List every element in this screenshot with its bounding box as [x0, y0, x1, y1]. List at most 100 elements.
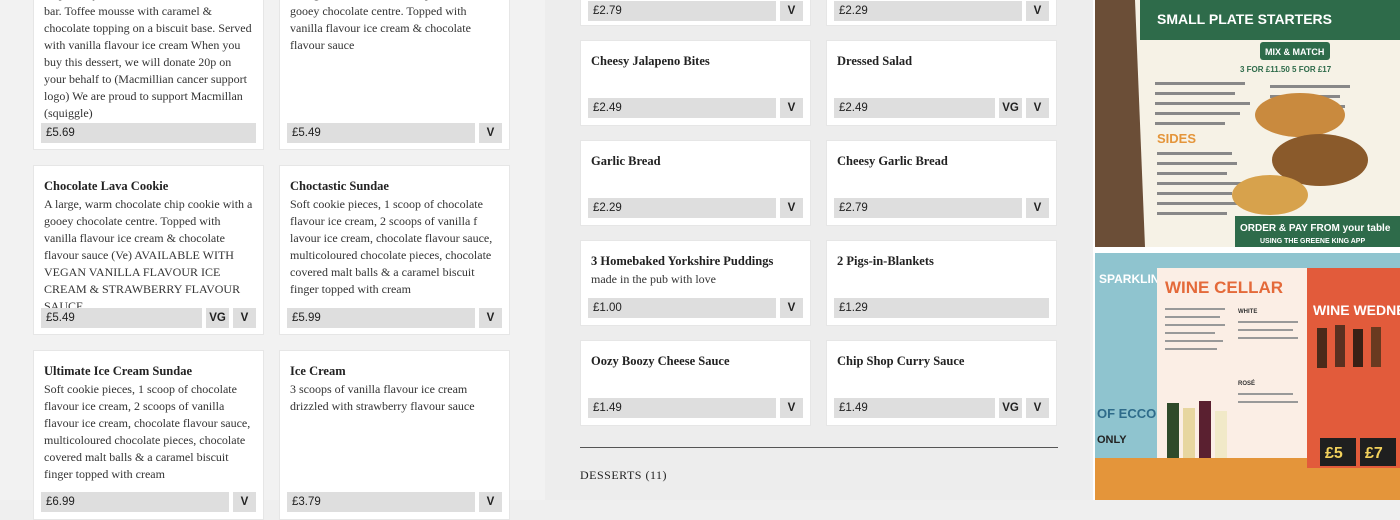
dessert-price-bar: £6.99 V	[41, 492, 256, 512]
menu-photo-offer: 3 FOR £11.50 5 FOR £17	[1240, 65, 1332, 74]
side-item-title: Oozy Boozy Cheese Sauce	[591, 354, 730, 368]
section-heading-desserts: DESSERTS (11)	[580, 468, 668, 482]
vegetarian-badge: V	[233, 308, 256, 328]
vegetarian-badge: V	[780, 398, 803, 418]
side-card[interactable]: 3 Homebaked Yorkshire Puddings made in th…	[580, 240, 811, 326]
side-card[interactable]: Dressed Salad £2.49 VG V	[826, 40, 1057, 126]
side-item-title: Cheesy Garlic Bread	[837, 154, 948, 168]
dessert-item-price: £5.69	[41, 123, 256, 143]
side-card[interactable]: 2 Pigs-in-Blankets £1.29	[826, 240, 1057, 326]
side-item-price: £2.79	[588, 1, 776, 21]
side-price-bar: £2.29 V	[834, 1, 1049, 21]
side-card[interactable]: Garlic Bread £2.29 V	[580, 140, 811, 226]
vegetarian-badge: V	[1026, 1, 1049, 21]
side-card-body: Garlic Bread	[591, 153, 800, 169]
vegetarian-badge: V	[233, 492, 256, 512]
side-price-bar: £1.29	[834, 298, 1049, 318]
vegetarian-badge: V	[780, 298, 803, 318]
side-card-body: Chip Shop Curry Sauce	[837, 353, 1046, 369]
dessert-card[interactable]: Ultimate Ice Cream Sundae Soft cookie pie…	[33, 350, 264, 520]
menu-photo-footer-sub: USING THE GREENE KING APP	[1260, 238, 1365, 245]
side-card-body: 3 Homebaked Yorkshire Puddings made in th…	[591, 253, 800, 288]
vegetarian-badge: V	[479, 308, 502, 328]
side-card[interactable]: £2.79 V	[580, 0, 811, 26]
vegetarian-badge: V	[780, 198, 803, 218]
dessert-card[interactable]: Choctastic Sundae Soft cookie pieces, 1 s…	[279, 165, 510, 335]
dessert-price-bar: £5.99 V	[287, 308, 502, 328]
side-item-title: Cheesy Jalapeno Bites	[591, 54, 710, 68]
dessert-card-body: Chocolate Lava Cookie A large, warm choco…	[44, 178, 253, 315]
side-price-bar: £2.79 V	[588, 1, 803, 21]
menu-photo-footer: ORDER & PAY FROM your table	[1240, 223, 1391, 234]
dessert-price-bar: £3.79 V	[287, 492, 502, 512]
wine-photo-white: WHITE	[1238, 309, 1257, 315]
side-price-bar: £2.29 V	[588, 198, 803, 218]
dessert-item-price: £6.99	[41, 492, 229, 512]
wine-photo-rose: ROSÉ	[1238, 379, 1255, 387]
side-price-bar: £1.49 V	[588, 398, 803, 418]
wine-photo-title: WINE CELLAR	[1165, 278, 1283, 297]
side-item-description: made in the pub with love	[591, 272, 716, 286]
dessert-card[interactable]: Chocolate Lava Cookie A large, warm choco…	[33, 165, 264, 335]
side-item-price: £2.49	[588, 98, 776, 118]
side-card[interactable]: Chip Shop Curry Sauce £1.49 VG V	[826, 340, 1057, 426]
wine-photo-price-1: £5	[1325, 445, 1343, 462]
dessert-item-description: A large, warm chocolate chip cookie with…	[290, 0, 498, 52]
side-card[interactable]: Cheesy Jalapeno Bites £2.49 V	[580, 40, 811, 126]
side-item-title: 3 Homebaked Yorkshire Puddings	[591, 254, 774, 268]
menu-photo-starters-image: SMALL PLATE STARTERS MIX & MATCH 3 FOR £…	[1095, 0, 1400, 247]
vegetarian-badge: V	[780, 1, 803, 21]
menu-photo-wine[interactable]: SPARKLING WINE CELLAR WHITE ROSÉ WINE WE…	[1095, 253, 1400, 500]
vegetarian-badge: V	[1026, 398, 1049, 418]
side-card[interactable]: £2.29 V	[826, 0, 1057, 26]
dessert-price-bar: £5.49 V	[287, 123, 502, 143]
vegan-badge: VG	[999, 398, 1022, 418]
section-divider	[580, 447, 1058, 448]
side-item-price: £2.29	[834, 1, 1022, 21]
side-price-bar: £2.49 V	[588, 98, 803, 118]
side-item-title: Garlic Bread	[591, 154, 661, 168]
dessert-item-description: Inspired by the classic 90s chocolate Tr…	[44, 0, 252, 120]
dessert-card-body: Choctastic Sundae Soft cookie pieces, 1 s…	[290, 178, 499, 298]
wine-photo-price-2: £7	[1365, 445, 1383, 462]
dessert-card-body: Ultimate Ice Cream Sundae Soft cookie pie…	[44, 363, 253, 483]
dessert-card-body: Inspired by the classic 90s chocolate Tr…	[44, 0, 253, 122]
side-card[interactable]: Oozy Boozy Cheese Sauce £1.49 V	[580, 340, 811, 426]
side-card-body: Dressed Salad	[837, 53, 1046, 69]
vegetarian-badge: V	[1026, 198, 1049, 218]
dessert-item-price: £5.99	[287, 308, 475, 328]
dessert-item-description: A large, warm chocolate chip cookie with…	[44, 197, 253, 313]
menu-photo-starters[interactable]: SMALL PLATE STARTERS MIX & MATCH 3 FOR £…	[1095, 0, 1400, 247]
wine-photo-promo: WINE WEDNESDAY	[1313, 302, 1400, 318]
dessert-card[interactable]: A large, warm chocolate chip cookie with…	[279, 0, 510, 150]
vegetarian-badge: V	[479, 492, 502, 512]
dessert-item-title: Ice Cream	[290, 364, 346, 378]
side-item-title: 2 Pigs-in-Blankets	[837, 254, 934, 268]
vegan-badge: VG	[206, 308, 229, 328]
menu-photo-sides: SIDES	[1157, 131, 1196, 146]
vegetarian-badge: V	[479, 123, 502, 143]
side-item-price: £2.49	[834, 98, 995, 118]
side-price-bar: £1.00 V	[588, 298, 803, 318]
dessert-item-price: £3.79	[287, 492, 475, 512]
dessert-item-title: Chocolate Lava Cookie	[44, 179, 169, 193]
side-item-title: Chip Shop Curry Sauce	[837, 354, 965, 368]
dessert-item-title: Ultimate Ice Cream Sundae	[44, 364, 193, 378]
menu-photo-wine-image: SPARKLING WINE CELLAR WHITE ROSÉ WINE WE…	[1095, 253, 1400, 500]
side-item-price: £1.00	[588, 298, 776, 318]
side-card-body: Cheesy Garlic Bread	[837, 153, 1046, 169]
dessert-price-bar: £5.69	[41, 123, 256, 143]
side-card-body: Cheesy Jalapeno Bites	[591, 53, 800, 69]
dessert-item-title: Choctastic Sundae	[290, 179, 389, 193]
dessert-price-bar: £5.49 VG V	[41, 308, 256, 328]
dessert-card[interactable]: Ice Cream 3 scoops of vanilla flavour ice…	[279, 350, 510, 520]
side-item-price: £1.49	[588, 398, 776, 418]
dessert-item-price: £5.49	[41, 308, 202, 328]
dessert-card[interactable]: Inspired by the classic 90s chocolate Tr…	[33, 0, 264, 150]
vegetarian-badge: V	[780, 98, 803, 118]
side-price-bar: £2.79 V	[834, 198, 1049, 218]
side-item-price: £2.79	[834, 198, 1022, 218]
dessert-item-description: Soft cookie pieces, 1 scoop of chocolate…	[44, 382, 251, 481]
dessert-item-price: £5.49	[287, 123, 475, 143]
side-card[interactable]: Cheesy Garlic Bread £2.79 V	[826, 140, 1057, 226]
